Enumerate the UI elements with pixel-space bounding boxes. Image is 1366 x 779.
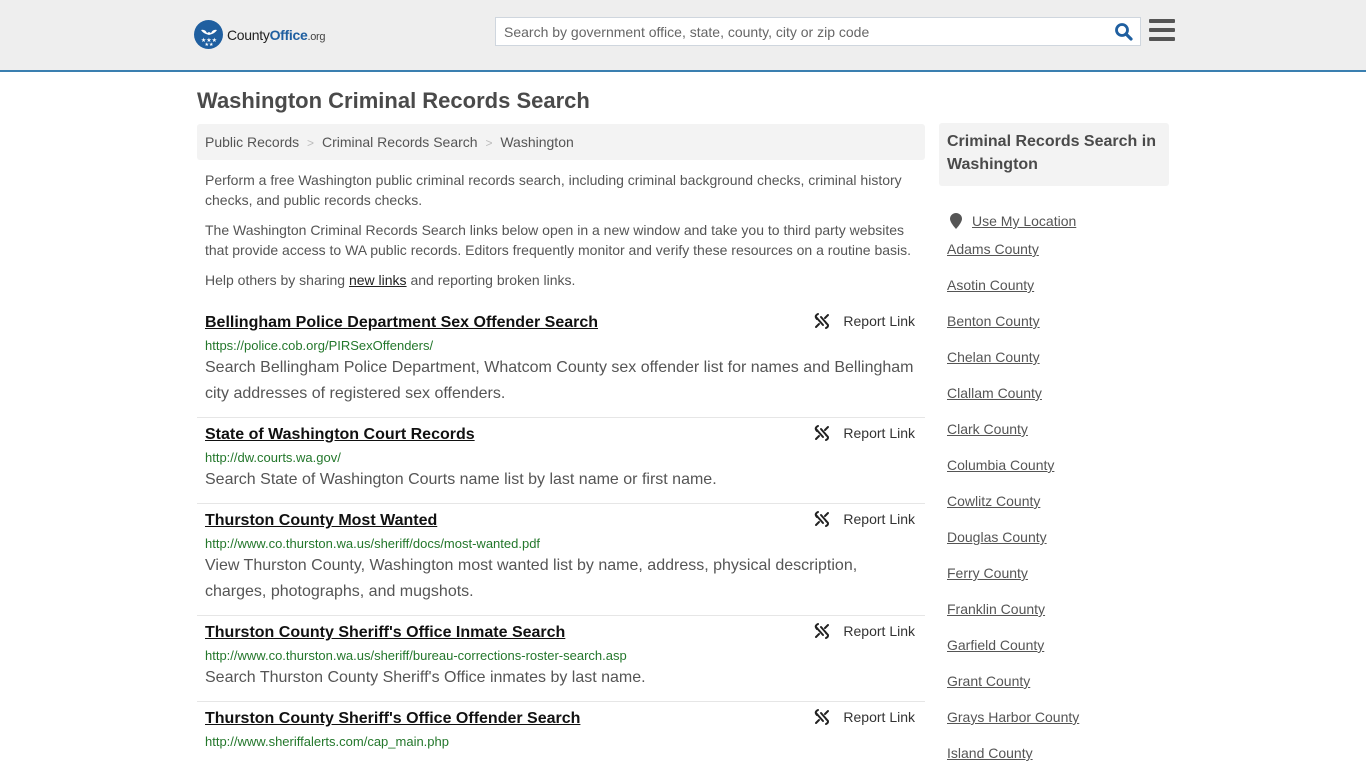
search-icon	[1115, 23, 1133, 41]
county-list: Use My Location Adams County Asotin Coun…	[939, 203, 1169, 779]
breadcrumb-criminal-records-search[interactable]: Criminal Records Search	[322, 134, 478, 150]
menu-bar-icon	[1149, 19, 1175, 23]
report-link-label: Report Link	[843, 709, 915, 725]
result-url[interactable]: http://www.co.thurston.wa.us/sheriff/bur…	[205, 647, 917, 665]
result-url[interactable]: http://dw.courts.wa.gov/	[205, 449, 917, 467]
report-link-label: Report Link	[843, 511, 915, 527]
results-list: Bellingham Police Department Sex Offende…	[197, 306, 925, 761]
sidebar-item-cowlitz-county[interactable]: Cowlitz County	[947, 491, 1169, 527]
site-logo[interactable]: ★★★ ★★ CountyOffice.org	[194, 20, 326, 49]
menu-bar-icon	[1149, 37, 1175, 41]
share-text: and reporting broken links.	[406, 272, 576, 288]
broken-link-icon	[815, 511, 830, 527]
sidebar-item-columbia-county[interactable]: Columbia County	[947, 455, 1169, 491]
sidebar-item-asotin-county[interactable]: Asotin County	[947, 275, 1169, 311]
report-link-button[interactable]: Report Link	[813, 424, 915, 442]
result-title-link[interactable]: Bellingham Police Department Sex Offende…	[205, 312, 598, 334]
sidebar-item-clallam-county[interactable]: Clallam County	[947, 383, 1169, 419]
logo-text-office: Office	[269, 26, 308, 43]
sidebar-item-island-county[interactable]: Island County	[947, 743, 1169, 779]
share-text: Help others by sharing	[205, 272, 349, 288]
report-link-button[interactable]: Report Link	[813, 510, 915, 528]
result-item: State of Washington Court Records Report…	[197, 418, 925, 504]
breadcrumb: Public Records > Criminal Records Search…	[197, 124, 925, 160]
search-bar	[495, 17, 1141, 46]
logo-text: CountyOffice.org	[227, 26, 326, 43]
result-title-link[interactable]: Thurston County Sheriff's Office Inmate …	[205, 622, 565, 644]
broken-link-icon	[815, 313, 830, 329]
sidebar-item-douglas-county[interactable]: Douglas County	[947, 527, 1169, 563]
site-header: ★★★ ★★ CountyOffice.org	[0, 0, 1366, 72]
result-title-link[interactable]: Thurston County Sheriff's Office Offende…	[205, 708, 580, 730]
logo-text-county: County	[227, 26, 270, 43]
share-paragraph: Help others by sharing new links and rep…	[205, 270, 920, 290]
report-link-label: Report Link	[843, 313, 915, 329]
use-my-location-label: Use My Location	[972, 213, 1077, 229]
sidebar-item-ferry-county[interactable]: Ferry County	[947, 563, 1169, 599]
search-button[interactable]	[1114, 22, 1134, 42]
result-description: View Thurston County, Washington most wa…	[205, 557, 858, 600]
result-item: Bellingham Police Department Sex Offende…	[197, 306, 925, 418]
sidebar-item-benton-county[interactable]: Benton County	[947, 311, 1169, 347]
breadcrumb-public-records[interactable]: Public Records	[205, 134, 299, 150]
sidebar-heading: Criminal Records Search in Washington	[939, 123, 1169, 186]
sidebar-item-grant-county[interactable]: Grant County	[947, 671, 1169, 707]
report-link-button[interactable]: Report Link	[813, 312, 915, 330]
report-link-button[interactable]: Report Link	[813, 622, 915, 640]
broken-link-icon	[815, 425, 830, 441]
sidebar-item-clark-county[interactable]: Clark County	[947, 419, 1169, 455]
intro-paragraph: Perform a free Washington public crimina…	[205, 172, 902, 208]
breadcrumb-current: Washington	[500, 134, 574, 150]
result-description: Search Thurston County Sheriff's Office …	[205, 669, 646, 686]
broken-link-icon	[815, 623, 830, 639]
sidebar-item-franklin-county[interactable]: Franklin County	[947, 599, 1169, 635]
result-url[interactable]: https://police.cob.org/PIRSexOffenders/	[205, 337, 917, 355]
sidebar-item-grays-harbor-county[interactable]: Grays Harbor County	[947, 707, 1169, 743]
sidebar-item-adams-county[interactable]: Adams County	[947, 239, 1169, 275]
hamburger-menu-button[interactable]	[1149, 19, 1175, 43]
result-item: Thurston County Sheriff's Office Offende…	[197, 702, 925, 761]
report-link-label: Report Link	[843, 623, 915, 639]
page-title: Washington Criminal Records Search	[197, 88, 590, 113]
intro-text: Perform a free Washington public crimina…	[205, 170, 920, 300]
result-description: Search Bellingham Police Department, Wha…	[205, 359, 914, 402]
result-description: Search State of Washington Courts name l…	[205, 471, 717, 488]
new-links-link[interactable]: new links	[349, 272, 407, 288]
report-link-button[interactable]: Report Link	[813, 708, 915, 726]
map-marker-icon	[950, 213, 962, 229]
svg-text:★★: ★★	[204, 42, 213, 46]
result-title-link[interactable]: State of Washington Court Records	[205, 424, 475, 446]
search-input[interactable]	[496, 18, 1106, 45]
sidebar: Criminal Records Search in Washington Us…	[939, 123, 1169, 779]
result-item: Thurston County Most Wanted Report Link …	[197, 504, 925, 616]
breadcrumb-separator: >	[485, 136, 493, 150]
report-link-label: Report Link	[843, 425, 915, 441]
logo-text-org: .org	[307, 30, 326, 43]
broken-link-icon	[815, 709, 830, 725]
breadcrumb-separator: >	[307, 136, 315, 150]
result-url[interactable]: http://www.co.thurston.wa.us/sheriff/doc…	[205, 535, 917, 553]
sidebar-item-chelan-county[interactable]: Chelan County	[947, 347, 1169, 383]
sidebar-item-garfield-county[interactable]: Garfield County	[947, 635, 1169, 671]
result-item: Thurston County Sheriff's Office Inmate …	[197, 616, 925, 702]
result-title-link[interactable]: Thurston County Most Wanted	[205, 510, 437, 532]
use-my-location-link[interactable]: Use My Location	[947, 203, 1169, 239]
intro-paragraph: The Washington Criminal Records Search l…	[205, 222, 912, 258]
result-url[interactable]: http://www.sheriffalerts.com/cap_main.ph…	[205, 733, 917, 751]
eagle-logo-icon: ★★★ ★★	[194, 20, 223, 49]
menu-bar-icon	[1149, 28, 1175, 32]
